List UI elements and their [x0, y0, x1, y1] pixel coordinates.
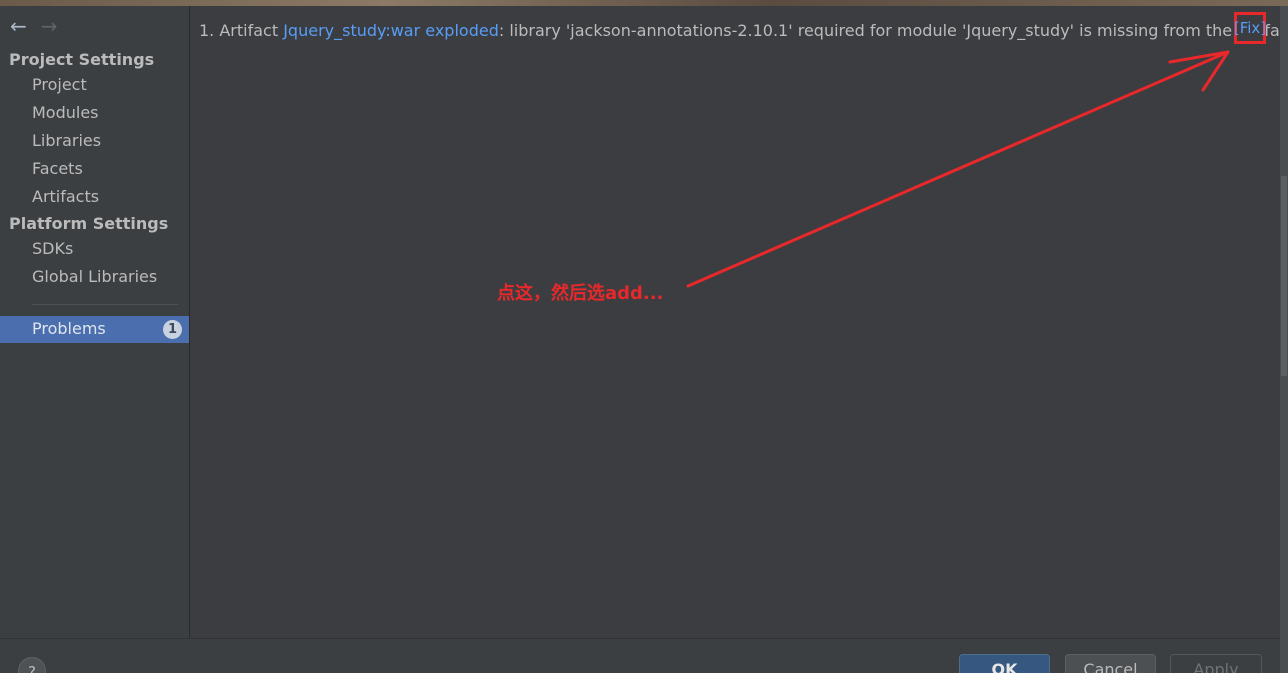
- apply-button[interactable]: Apply: [1170, 654, 1262, 673]
- annotation-arrow: [686, 50, 1230, 288]
- scrollbar-thumb[interactable]: [1281, 176, 1287, 376]
- ok-button[interactable]: OK: [959, 654, 1050, 673]
- help-button[interactable]: ?: [18, 657, 46, 673]
- vertical-scrollbar[interactable]: [1280, 6, 1288, 673]
- project-structure-dialog: ← → Project Settings Project Modules Lib…: [0, 0, 1288, 673]
- dialog-footer: ? OK Cancel Apply: [0, 638, 1280, 673]
- annotation-arrow-head: [1168, 50, 1230, 92]
- cancel-button[interactable]: Cancel: [1065, 654, 1156, 673]
- annotation-arrow-shaft: [686, 50, 1230, 288]
